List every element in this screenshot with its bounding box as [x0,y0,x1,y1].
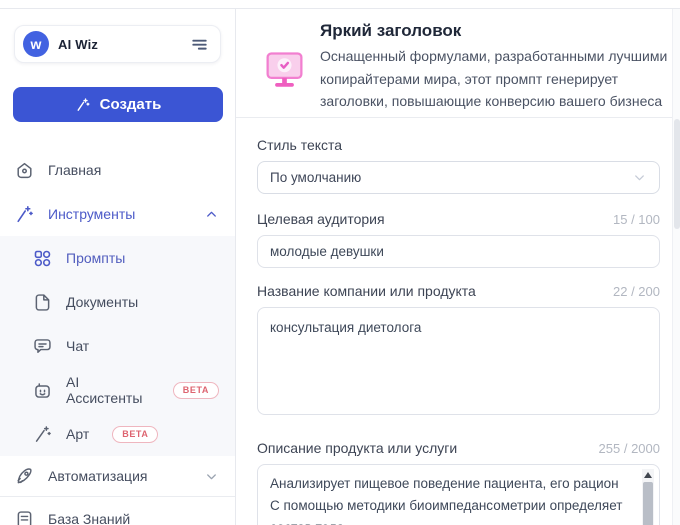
brand-name: AI Wiz [58,36,99,52]
page-scrollbar[interactable] [672,9,680,525]
sidebar-item-label: Промпты [66,250,126,266]
monitor-check-icon [262,46,307,91]
textarea-scrollbar[interactable] [642,469,654,525]
knowledge-base-icon [14,509,35,525]
company-counter: 22 / 200 [613,284,660,299]
select-value: По умолчанию [270,170,362,185]
sidebar-item-label: Документы [66,294,139,310]
art-wand-icon [32,424,53,445]
beta-badge: BETA [112,425,159,443]
brand-logo-icon: w [23,31,49,57]
scrollbar-thumb[interactable] [643,482,653,525]
sidebar-item-chat[interactable]: Чат [0,324,235,368]
sidebar-item-documents[interactable]: Документы [0,280,235,324]
prompt-form: Стиль текста По умолчанию Целевая аудито… [236,118,680,525]
sidebar-item-tools[interactable]: Инструменты [0,192,235,236]
audience-counter: 15 / 100 [613,212,660,227]
sidebar-item-label: База Знаний [48,511,131,525]
sidebar-item-label: Автоматизация [48,468,148,484]
sidebar-item-label: Чат [66,338,90,354]
magic-wand-icon [75,97,91,113]
logo-card[interactable]: w AI Wiz [14,25,221,63]
sidebar-item-knowledge-base[interactable]: База Знаний [0,497,235,525]
chevron-down-icon[interactable] [204,469,219,484]
prompt-description: Оснащенный формулами, разработанными луч… [320,48,668,109]
beta-badge: BETA [172,381,219,399]
sidebar-item-ai-assistants[interactable]: AI Ассистенты BETA [0,368,235,412]
main-content: Яркий заголовок Оснащенный формулами, ра… [236,9,680,525]
create-button-label: Создать [99,96,162,113]
sidebar-collapse-icon[interactable] [190,35,209,54]
sidebar: w AI Wiz Создать Главная Инструменты Про… [0,9,236,525]
page-scrollbar-thumb[interactable] [674,119,680,229]
product-counter: 255 / 2000 [598,441,660,456]
sidebar-item-home[interactable]: Главная [0,148,235,192]
wand-icon [14,204,35,225]
rocket-icon [14,466,35,487]
prompts-grid-icon [32,248,53,269]
product-textarea[interactable]: Анализирует пищевое поведение пациента, … [257,464,660,525]
tools-submenu: Промпты Документы Чат AI Ассистенты BETA… [0,236,235,456]
style-label: Стиль текста [257,137,343,153]
audience-input[interactable] [257,235,660,268]
robot-icon [32,380,53,401]
company-label: Название компании или продукта [257,283,476,299]
product-textarea-value: Анализирует пищевое поведение пациента, … [270,476,623,525]
product-label: Описание продукта или услуги [257,440,458,456]
chevron-up-icon[interactable] [204,207,219,222]
company-textarea[interactable]: консультация диетолога [257,307,660,415]
sidebar-nav: Главная Инструменты Промпты Документы Ча… [0,148,235,525]
home-icon [14,160,35,181]
sidebar-item-prompts[interactable]: Промпты [0,236,235,280]
audience-label: Целевая аудитория [257,211,385,227]
header-text: Яркий заголовок Оснащенный формулами, ра… [320,13,680,113]
sidebar-item-label: Арт [66,426,90,442]
create-button[interactable]: Создать [13,87,223,122]
select-chevron-icon [632,170,647,185]
sidebar-item-label: AI Ассистенты [66,374,143,406]
sidebar-item-label: Инструменты [48,206,136,222]
app-window: w AI Wiz Создать Главная Инструменты Про… [0,8,680,525]
sidebar-item-label: Главная [48,162,102,178]
document-icon [32,292,53,313]
sidebar-item-art[interactable]: Арт BETA [0,412,235,456]
scroll-up-icon[interactable] [644,472,652,478]
chat-bubble-icon [32,336,53,357]
page-title: Яркий заголовок [320,21,462,40]
text-style-select[interactable]: По умолчанию [257,161,660,194]
prompt-header: Яркий заголовок Оснащенный формулами, ра… [236,9,680,118]
sidebar-item-automation[interactable]: Автоматизация [0,456,235,496]
